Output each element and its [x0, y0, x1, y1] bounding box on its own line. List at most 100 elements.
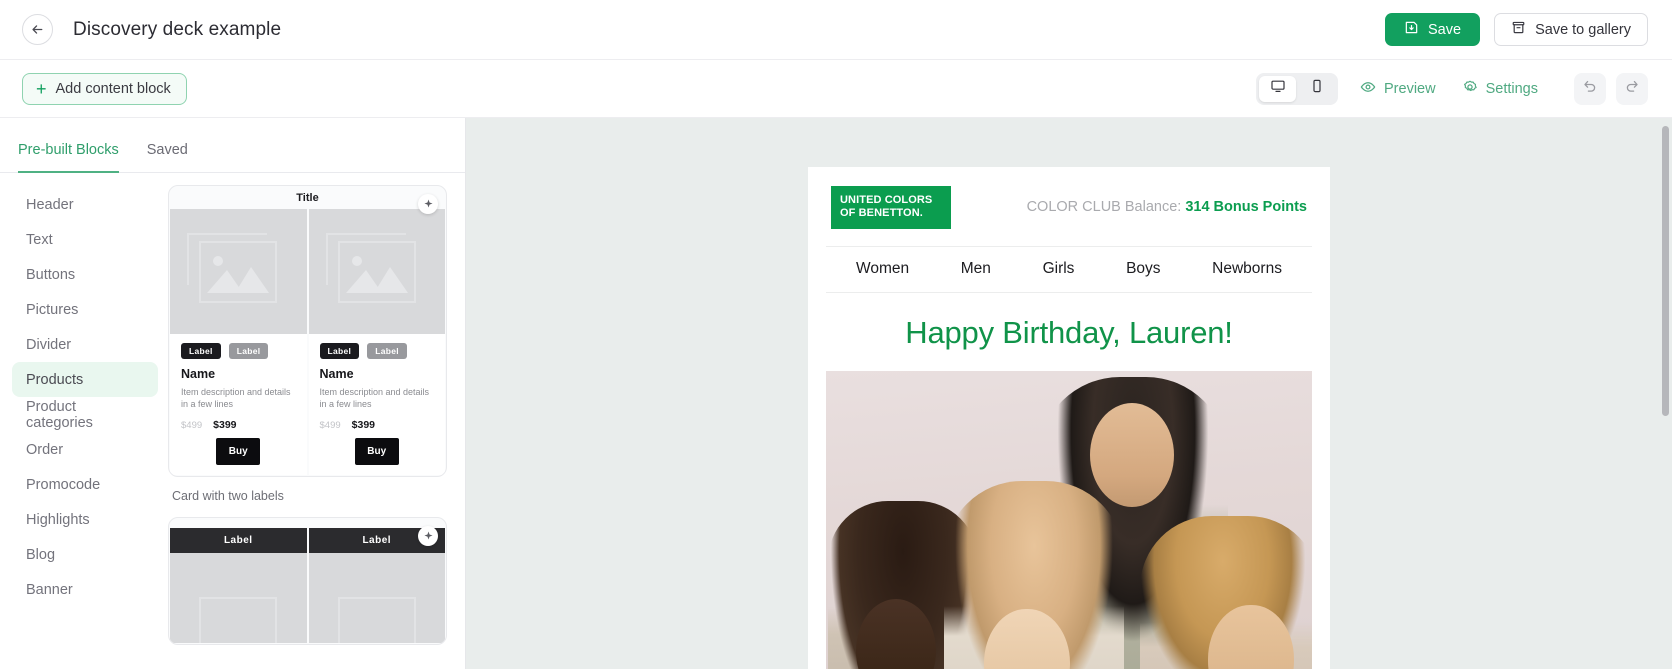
product-card: Label [170, 528, 307, 644]
nav-item-men[interactable]: Men [961, 260, 991, 278]
email-canvas: UNITED COLORS OF BENETTON. COLOR CLUB Ba… [466, 118, 1672, 669]
sidebar-item-text[interactable]: Text [12, 222, 158, 257]
sidebar-item-header[interactable]: Header [12, 187, 158, 222]
image-placeholder [308, 209, 445, 334]
balance-prefix: COLOR CLUB Balance: [1026, 199, 1182, 216]
tab-saved[interactable]: Saved [147, 142, 188, 173]
sidebar-item-order[interactable]: Order [12, 432, 158, 467]
product-card: Label Label Name Item description and de… [170, 209, 307, 476]
template-columns: Label Label [170, 528, 445, 644]
image-placeholder [170, 553, 307, 644]
nav-item-newborns[interactable]: Newborns [1212, 260, 1282, 278]
email-builder-app: Discovery deck example Save Save to gall… [0, 0, 1672, 669]
product-label-gray: Label [367, 343, 407, 359]
ai-sparkle-icon[interactable] [418, 194, 438, 214]
model-face [1090, 402, 1174, 507]
template-caption: Card with two labels [172, 489, 284, 504]
canvas-scrollbar[interactable] [1662, 126, 1669, 416]
add-content-block-label: Add content block [55, 80, 171, 97]
sidebar-item-product-categories[interactable]: Product categories [12, 397, 158, 432]
product-labels: Label Label [181, 343, 296, 359]
sidebar-item-pictures[interactable]: Pictures [12, 292, 158, 327]
model-center [944, 480, 1124, 669]
product-labels: Label Label [319, 343, 435, 359]
image-placeholder [170, 209, 307, 334]
preview-button[interactable]: Preview [1360, 79, 1436, 99]
sidebar-item-buttons[interactable]: Buttons [12, 257, 158, 292]
eye-icon [1360, 79, 1376, 99]
tab-pre-built-blocks[interactable]: Pre-built Blocks [18, 142, 119, 173]
archive-box-icon [1511, 20, 1526, 39]
nav-item-girls[interactable]: Girls [1043, 260, 1075, 278]
product-label-dark: Label [181, 343, 221, 359]
image-placeholder-icon [187, 232, 278, 303]
template-title: Title [296, 192, 319, 204]
redo-arrow-icon [1624, 78, 1640, 99]
product-name: Name [319, 367, 354, 381]
sidebar-item-products[interactable]: Products [12, 362, 158, 397]
arrow-left-icon [30, 22, 45, 37]
sidebar-item-banner[interactable]: Banner [12, 572, 158, 607]
plus-icon: + [36, 78, 47, 99]
product-label-dark: Label [319, 343, 360, 359]
product-card-content: Label Label Name Item description and de… [170, 334, 307, 466]
device-toggle-desktop[interactable] [1259, 75, 1297, 102]
editor-toolbar: + Add content block Preview Settings [0, 60, 1672, 118]
product-description: Item description and details in a few li… [181, 387, 291, 410]
product-prices: $499 $399 [320, 419, 435, 431]
block-templates: Title Label Label Name Item description … [168, 173, 465, 669]
model-right [1140, 515, 1312, 669]
monitor-icon [1270, 78, 1286, 99]
undo-arrow-icon [1582, 78, 1598, 99]
product-price-old: $499 [319, 420, 341, 432]
email-header: UNITED COLORS OF BENETTON. COLOR CLUB Ba… [808, 167, 1330, 246]
save-to-gallery-label: Save to gallery [1535, 21, 1631, 38]
sidebar-item-highlights[interactable]: Highlights [12, 502, 158, 537]
product-name: Name [181, 367, 216, 381]
back-button[interactable] [22, 14, 53, 45]
hero-image [826, 370, 1312, 669]
device-toggle [1256, 72, 1339, 105]
sidebar-item-divider[interactable]: Divider [12, 327, 158, 362]
model-face [1208, 604, 1294, 669]
image-placeholder [308, 553, 445, 644]
product-prices: $499 $399 [181, 419, 296, 431]
product-label-gray: Label [228, 343, 269, 359]
save-disk-icon [1404, 20, 1419, 39]
image-placeholder-frame [337, 597, 416, 644]
product-price-new: $399 [351, 419, 375, 432]
undo-button[interactable] [1574, 72, 1606, 105]
preview-label: Preview [1384, 80, 1436, 97]
redo-button[interactable] [1616, 72, 1648, 105]
panel-tabs: Pre-built Blocks Saved [0, 118, 465, 173]
model-face [984, 608, 1070, 669]
color-club-balance: COLOR CLUB Balance: 314 Bonus Points [1027, 199, 1307, 215]
email-headline: Happy Birthday, Lauren! [905, 314, 1233, 350]
nav-item-boys[interactable]: Boys [1126, 260, 1160, 278]
panel-body: Header Text Buttons Pictures Divider Pro… [0, 173, 465, 669]
sidebar-item-promocode[interactable]: Promocode [12, 467, 158, 502]
product-description: Item description and details in a few li… [319, 387, 430, 410]
product-price-new: $399 [213, 419, 237, 432]
gear-icon [1462, 79, 1478, 99]
sidebar-item-blog[interactable]: Blog [12, 537, 158, 572]
buy-button[interactable]: Buy [354, 438, 399, 466]
product-card-content: Label Label Name Item description and de… [309, 334, 446, 466]
email-navigation: Women Men Girls Boys Newborns [826, 245, 1312, 293]
save-to-gallery-button[interactable]: Save to gallery [1494, 13, 1648, 46]
device-toggle-mobile[interactable] [1298, 76, 1335, 102]
block-template-card-label-bar[interactable]: Label Label [168, 517, 447, 646]
block-template-card-two-labels[interactable]: Title Label Label Name Item description … [168, 185, 447, 478]
settings-button[interactable]: Settings [1462, 79, 1538, 99]
email-preview: UNITED COLORS OF BENETTON. COLOR CLUB Ba… [808, 167, 1330, 669]
nav-item-women[interactable]: Women [856, 260, 909, 278]
logo-line-2: OF BENETTON. [840, 206, 923, 219]
page-title: Discovery deck example [73, 18, 282, 40]
template-columns: Label Label Name Item description and de… [169, 209, 446, 476]
save-button-label: Save [1428, 21, 1462, 38]
editor-body: Pre-built Blocks Saved Header Text Butto… [0, 118, 1672, 669]
add-content-block-button[interactable]: + Add content block [22, 72, 187, 105]
save-button[interactable]: Save [1385, 13, 1481, 46]
logo-line-1: UNITED COLORS [840, 194, 933, 206]
buy-button[interactable]: Buy [216, 438, 261, 466]
